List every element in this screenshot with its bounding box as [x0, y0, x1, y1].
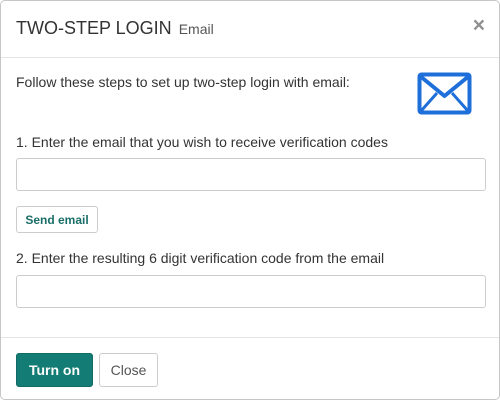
step1-label: 1. Enter the email that you wish to rece… — [16, 134, 388, 150]
two-step-login-dialog: TWO-STEP LOGIN Email × Follow these step… — [0, 0, 500, 400]
close-button[interactable]: Close — [99, 353, 158, 387]
close-icon[interactable]: × — [473, 15, 485, 36]
dialog-title: TWO-STEP LOGIN Email — [16, 18, 214, 39]
send-email-button[interactable]: Send email — [16, 206, 98, 233]
intro-text: Follow these steps to set up two-step lo… — [16, 74, 350, 90]
dialog-title-text: TWO-STEP LOGIN — [16, 18, 172, 38]
dialog-header: TWO-STEP LOGIN Email × — [1, 1, 499, 58]
envelope-icon — [417, 72, 472, 115]
dialog-footer: Turn on Close — [1, 337, 499, 399]
step2-label: 2. Enter the resulting 6 digit verificat… — [16, 250, 385, 266]
turn-on-button[interactable]: Turn on — [16, 353, 93, 387]
dialog-subtitle: Email — [178, 21, 214, 37]
email-field[interactable] — [16, 158, 486, 191]
verification-code-field[interactable] — [16, 275, 486, 308]
